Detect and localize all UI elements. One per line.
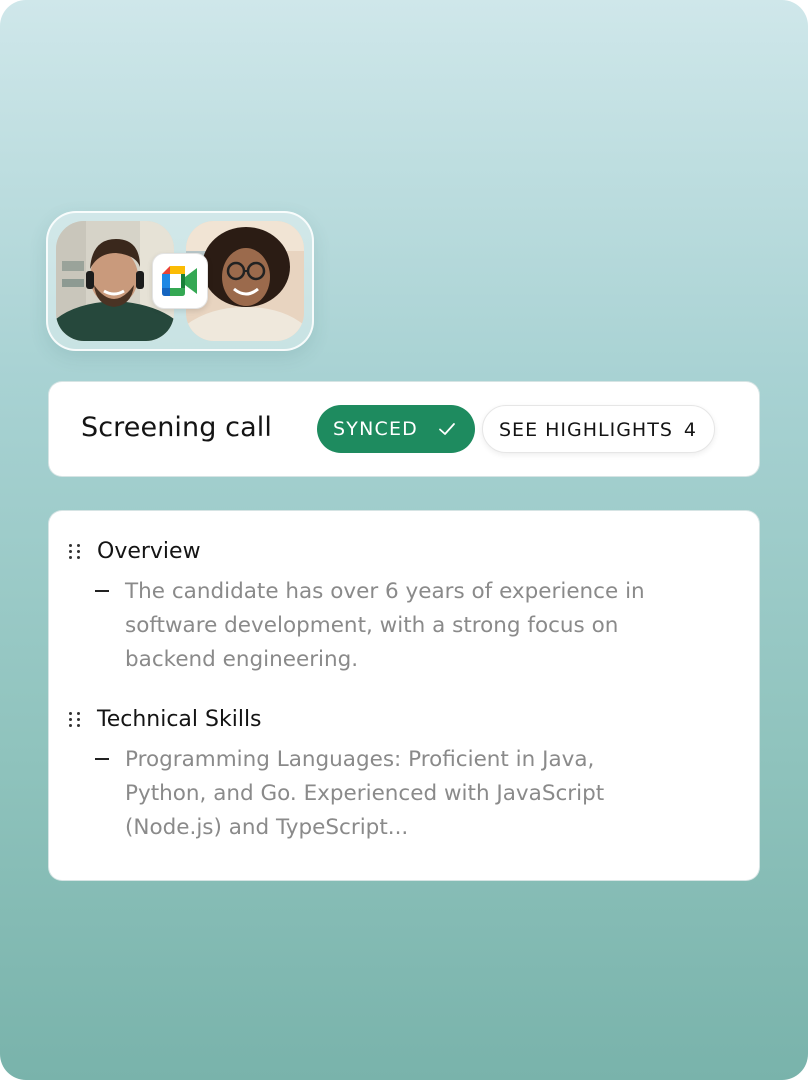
section-title: Technical Skills: [97, 707, 262, 732]
video-participants: [46, 211, 314, 351]
dash-bullet-icon: [95, 758, 109, 760]
bullet-text: The candidate has over 6 years of experi…: [125, 579, 645, 672]
synced-label: SYNCED: [333, 418, 418, 440]
see-highlights-label: SEE HIGHLIGHTS: [499, 419, 673, 441]
call-header-card: Screening call SYNCED SEE HIGHLIGHTS 4: [48, 381, 760, 477]
synced-status-button[interactable]: SYNCED: [317, 405, 475, 453]
drag-handle-icon[interactable]: [69, 711, 83, 729]
list-item: Programming Languages: Proficient in Jav…: [95, 743, 665, 845]
call-title: Screening call: [81, 412, 272, 443]
drag-handle-icon[interactable]: [69, 543, 83, 561]
section-title: Overview: [97, 539, 201, 564]
canvas: Screening call SYNCED SEE HIGHLIGHTS 4 O…: [0, 0, 808, 1080]
check-icon: [437, 419, 457, 444]
highlights-count: 4: [683, 419, 696, 441]
bullet-text: Programming Languages: Proficient in Jav…: [125, 747, 605, 840]
list-item: The candidate has over 6 years of experi…: [95, 575, 665, 677]
see-highlights-button[interactable]: SEE HIGHLIGHTS 4: [482, 405, 715, 453]
section-technical-skills: Technical Skills: [69, 707, 262, 732]
dash-bullet-icon: [95, 590, 109, 592]
google-meet-icon: [152, 253, 208, 309]
section-overview: Overview: [69, 539, 201, 564]
notes-card: Overview The candidate has over 6 years …: [48, 510, 760, 881]
